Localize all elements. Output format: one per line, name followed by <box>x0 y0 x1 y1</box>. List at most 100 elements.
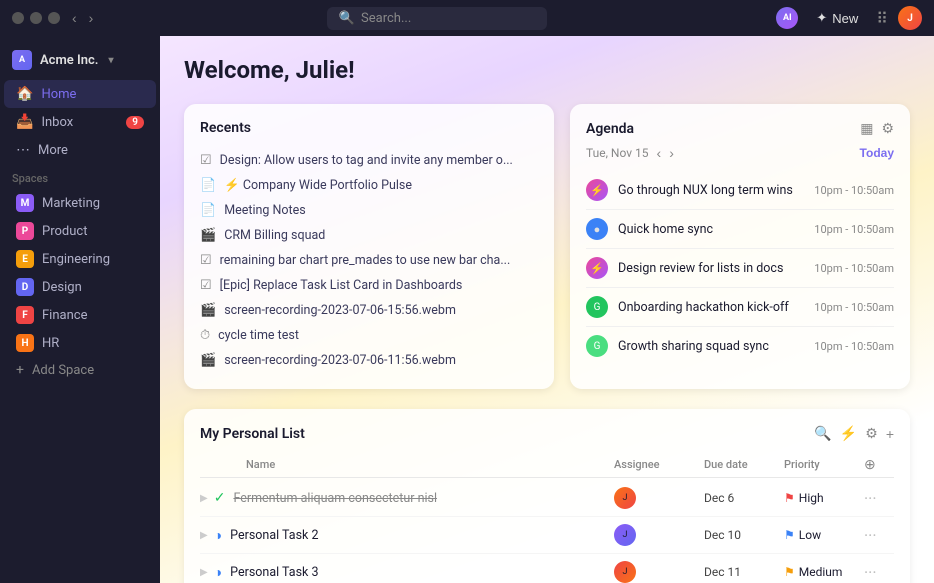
workspace-header[interactable]: A Acme Inc. ▾ <box>0 44 160 76</box>
add-space-button[interactable]: + Add Space <box>4 357 156 383</box>
agenda-item-icon: ⚡ <box>586 179 608 201</box>
list-item[interactable]: 🎬 CRM Billing squad <box>200 223 538 248</box>
agenda-item[interactable]: ⚡ Design review for lists in docs 10pm -… <box>586 249 894 288</box>
space-icon-product: P <box>16 222 34 240</box>
space-name-marketing: Marketing <box>42 196 100 211</box>
task-assignee: J <box>614 487 704 509</box>
task-more-button[interactable]: ··· <box>864 489 894 508</box>
task-more-button[interactable]: ··· <box>864 563 894 582</box>
task-name: Personal Task 2 <box>230 528 614 543</box>
sidebar-item-home[interactable]: 🏠 Home <box>4 80 156 108</box>
agenda-settings-icon[interactable]: ⚙ <box>881 120 894 137</box>
agenda-prev-button[interactable]: ‹ <box>657 145 662 161</box>
expand-icon[interactable]: ▶ <box>200 567 208 578</box>
expand-icon[interactable]: ▶ <box>200 493 208 504</box>
task-assignee: J <box>614 561 704 583</box>
agenda-item-name: Go through NUX long term wins <box>618 183 804 198</box>
space-item-engineering[interactable]: E Engineering <box>4 245 156 273</box>
maximize-control[interactable] <box>48 12 60 24</box>
list-item[interactable]: ☑ [Epic] Replace Task List Card in Dashb… <box>200 273 538 298</box>
recent-item-text: screen-recording-2023-07-06-15:56.webm <box>224 303 456 318</box>
agenda-item-time: 10pm - 10:50am <box>814 340 894 353</box>
ai-button[interactable]: AI <box>776 7 798 29</box>
agenda-item[interactable]: G Growth sharing squad sync 10pm - 10:50… <box>586 327 894 365</box>
recent-item-text: [Epic] Replace Task List Card in Dashboa… <box>220 278 463 293</box>
forward-arrow[interactable]: › <box>85 8 98 28</box>
agenda-item-icon: ⚡ <box>586 257 608 279</box>
close-control[interactable] <box>12 12 24 24</box>
list-title: My Personal List <box>200 426 814 442</box>
add-field-button[interactable]: ⊕ <box>864 456 876 473</box>
task-status-in-progress: ◑ <box>214 527 222 544</box>
avatar: J <box>614 524 636 546</box>
priority-flag-icon: ⚑ <box>784 491 795 505</box>
agenda-date-row: Tue, Nov 15 ‹ › Today <box>586 145 894 161</box>
agenda-calendar-icon[interactable]: ▦ <box>860 120 873 137</box>
plus-icon: + <box>16 362 24 378</box>
agenda-item-icon: G <box>586 296 608 318</box>
agenda-item-time: 10pm - 10:50am <box>814 301 894 314</box>
nav-arrows: ‹ › <box>68 8 97 28</box>
task-priority: ⚑ High <box>784 491 864 505</box>
sidebar-item-more[interactable]: ⋯ More <box>4 136 156 164</box>
task-status-in-progress: ◑ <box>214 564 222 581</box>
space-item-hr[interactable]: H HR <box>4 329 156 357</box>
list-item[interactable]: ☑ Design: Allow users to tag and invite … <box>200 148 538 173</box>
col-header-actions: ⊕ <box>864 456 894 473</box>
expand-icon[interactable]: ▶ <box>200 530 208 541</box>
list-item[interactable]: 📄 Meeting Notes <box>200 198 538 223</box>
task-name: Fermentum aliquam consectetur nisl <box>233 491 614 506</box>
spaces-section-label: Spaces <box>0 164 160 189</box>
agenda-item-name: Growth sharing squad sync <box>618 339 804 354</box>
space-item-product[interactable]: P Product <box>4 217 156 245</box>
priority-label: Low <box>799 528 821 542</box>
space-item-marketing[interactable]: M Marketing <box>4 189 156 217</box>
agenda-next-button[interactable]: › <box>669 145 674 161</box>
agenda-item-time: 10pm - 10:50am <box>814 262 894 275</box>
task-assignee: J <box>614 524 704 546</box>
search-bar[interactable]: 🔍 Search... <box>327 7 547 30</box>
settings-button[interactable]: ⚙ <box>865 425 878 442</box>
search-placeholder: Search... <box>361 11 411 26</box>
recent-item-text: cycle time test <box>218 328 299 343</box>
list-item[interactable]: ☑ remaining bar chart pre_mades to use n… <box>200 248 538 273</box>
task-icon: ☑ <box>200 153 212 168</box>
list-header: My Personal List 🔍 ⚡ ⚙ + <box>200 425 894 442</box>
sidebar-item-inbox[interactable]: 📥 Inbox 9 <box>4 108 156 136</box>
workspace-name: Acme Inc. <box>40 53 98 68</box>
list-item[interactable]: 📄 ⚡ Company Wide Portfolio Pulse <box>200 173 538 198</box>
space-item-finance[interactable]: F Finance <box>4 301 156 329</box>
list-item[interactable]: 🎬 screen-recording-2023-07-06-15:56.webm <box>200 298 538 323</box>
agenda-item[interactable]: G Onboarding hackathon kick-off 10pm - 1… <box>586 288 894 327</box>
clock-icon: ⏱ <box>200 328 210 343</box>
dashboard-icon: 🎬 <box>200 228 216 243</box>
table-row: ▶ ✓ Fermentum aliquam consectetur nisl J… <box>200 480 894 517</box>
window-controls <box>12 12 60 24</box>
agenda-item[interactable]: ● Quick home sync 10pm - 10:50am <box>586 210 894 249</box>
inbox-icon: 📥 <box>16 114 33 130</box>
task-status-done: ✓ <box>214 490 226 506</box>
recent-item-text: Meeting Notes <box>224 203 306 218</box>
search-tasks-button[interactable]: 🔍 <box>814 425 831 442</box>
minimize-control[interactable] <box>30 12 42 24</box>
table-row: ▶ ◑ Personal Task 2 J Dec 10 ⚑ Low ··· <box>200 517 894 554</box>
agenda-item[interactable]: ⚡ Go through NUX long term wins 10pm - 1… <box>586 171 894 210</box>
space-icon-engineering: E <box>16 250 34 268</box>
apps-icon[interactable]: ⠿ <box>876 9 888 28</box>
more-label: More <box>38 143 68 158</box>
back-arrow[interactable]: ‹ <box>68 8 81 28</box>
list-item[interactable]: 🎬 screen-recording-2023-07-06-11:56.webm <box>200 348 538 373</box>
add-column-button[interactable]: + <box>886 425 894 442</box>
space-name-finance: Finance <box>42 308 87 323</box>
today-button[interactable]: Today <box>860 146 894 160</box>
personal-list-card: My Personal List 🔍 ⚡ ⚙ + Name Assignee D… <box>184 409 910 583</box>
task-duedate: Dec 10 <box>704 528 784 542</box>
list-item[interactable]: ⏱ cycle time test <box>200 323 538 348</box>
space-item-design[interactable]: D Design <box>4 273 156 301</box>
new-button[interactable]: ✦ New <box>808 6 866 30</box>
workspace-icon: A <box>12 50 32 70</box>
filter-button[interactable]: ⚡ <box>840 425 857 442</box>
inbox-badge: 9 <box>126 116 144 129</box>
user-avatar[interactable]: J <box>898 6 922 30</box>
task-more-button[interactable]: ··· <box>864 526 894 545</box>
